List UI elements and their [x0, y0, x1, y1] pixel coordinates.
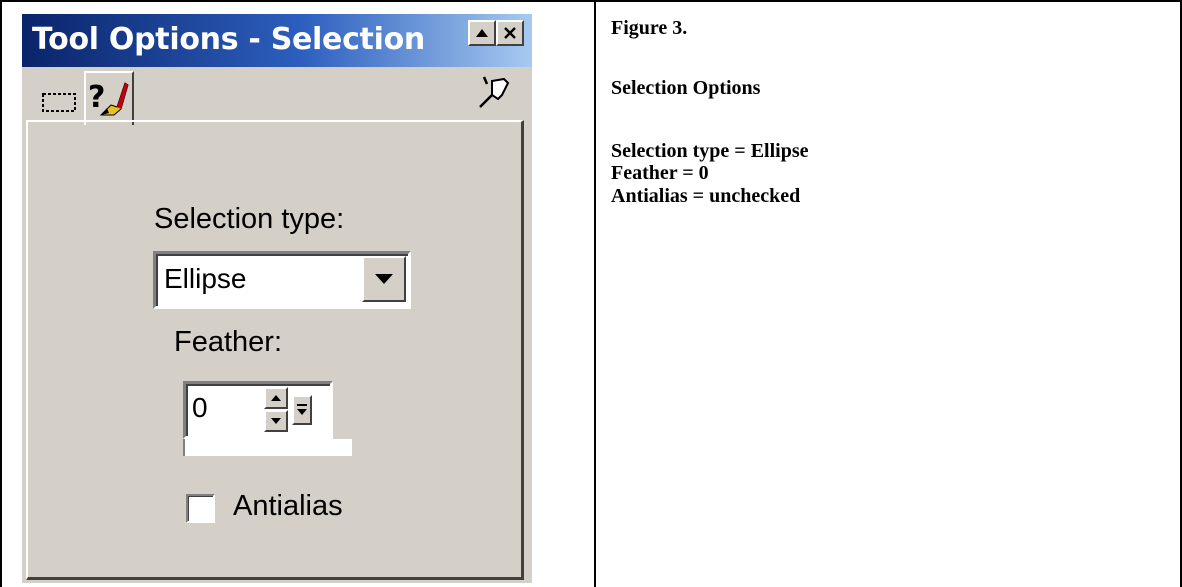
titlebar-up-button[interactable] — [468, 20, 496, 46]
selection-type-dropdown-button[interactable] — [362, 256, 406, 302]
caption-line-feather: Feather = 0 — [611, 162, 709, 184]
down-arrow-icon — [271, 418, 281, 424]
feather-decrement-button[interactable] — [264, 410, 288, 432]
feather-slider-track[interactable] — [183, 439, 353, 456]
antialias-checkbox[interactable] — [186, 494, 215, 523]
selection-type-value: Ellipse — [164, 263, 247, 294]
tab-help-brush[interactable]: ? — [84, 71, 134, 125]
selection-type-dropdown[interactable]: Ellipse — [153, 251, 411, 309]
close-icon — [504, 27, 516, 39]
selection-type-label: Selection type: — [154, 203, 345, 235]
tab-selection-options[interactable] — [26, 73, 84, 121]
table-border-top — [0, 0, 1182, 2]
slider-dropdown-icon — [297, 404, 307, 415]
panel-title: Tool Options - Selection — [32, 22, 425, 57]
chevron-down-icon — [375, 274, 393, 284]
tool-options-panel: Tool Options - Selection ? Selection typ… — [22, 14, 532, 583]
caption-heading: Selection Options — [611, 77, 761, 99]
svg-text:?: ? — [88, 80, 105, 115]
feather-increment-button[interactable] — [264, 387, 288, 409]
up-arrow-icon — [271, 395, 281, 401]
feather-slider-button[interactable] — [292, 395, 312, 425]
titlebar-close-button[interactable] — [496, 20, 524, 46]
selection-marquee-icon — [42, 93, 76, 112]
feather-value[interactable]: 0 — [192, 392, 208, 424]
antialias-label: Antialias — [233, 490, 343, 522]
help-brush-icon: ? — [88, 80, 129, 116]
feather-stepper[interactable]: 0 — [183, 381, 333, 439]
caption-line-antialias: Antialias = unchecked — [611, 185, 801, 207]
up-arrow-icon — [476, 29, 488, 37]
table-column-divider — [594, 0, 596, 587]
panel-titlebar[interactable]: Tool Options - Selection — [22, 14, 532, 67]
figure-number: Figure 3. — [611, 17, 688, 39]
caption-line-selection-type: Selection type = Ellipse — [611, 140, 809, 162]
tab-strip: ? — [22, 67, 532, 125]
table-border-left — [0, 0, 2, 587]
pin-icon[interactable] — [474, 75, 514, 109]
feather-label: Feather: — [174, 326, 282, 358]
